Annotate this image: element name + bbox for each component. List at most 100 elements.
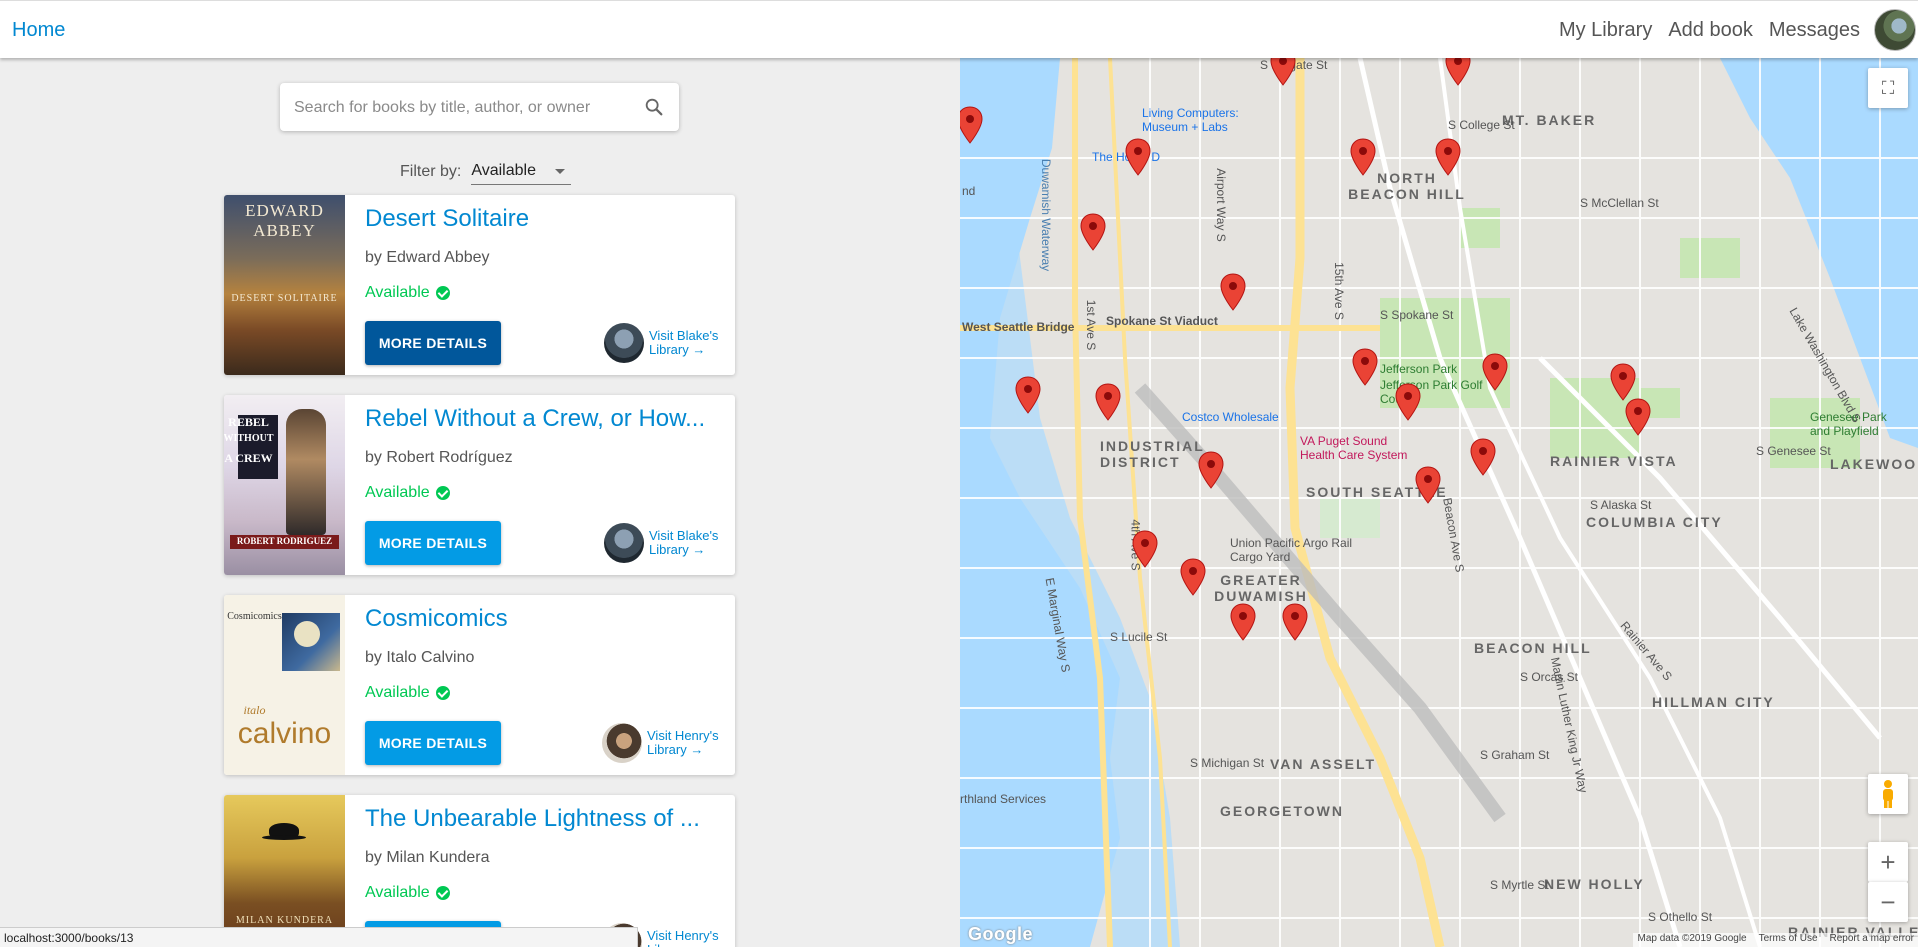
book-status: Available	[365, 484, 450, 502]
report-error-link[interactable]: Report a map error	[1830, 933, 1914, 947]
book-cover: Cosmicomics italo calvino	[224, 595, 345, 775]
home-link[interactable]: Home	[12, 19, 65, 42]
check-circle-icon	[435, 886, 450, 900]
map-marker-icon[interactable]	[1230, 603, 1256, 641]
book-author: by Robert Rodríguez	[365, 449, 513, 466]
map-marker-icon[interactable]	[1395, 383, 1421, 421]
google-logo: Google	[968, 924, 1033, 944]
visit-library-link[interactable]: Visit Henry's Library →	[602, 721, 732, 765]
map-label: rthland Services	[960, 792, 1047, 806]
cover-figure	[286, 409, 326, 535]
map-marker-icon[interactable]	[1015, 376, 1041, 414]
visit-library-text: Visit Henry's Library →	[647, 928, 719, 947]
more-details-button[interactable]: MORE DETAILS	[365, 321, 501, 365]
book-cover: MILAN KUNDERA	[224, 795, 345, 947]
owner-avatar	[604, 523, 644, 563]
map-label: S McClellan St	[1580, 196, 1659, 210]
book-cover: REBEL WITHOUT A CREW ROBERT RODRIGUEZ	[224, 395, 345, 575]
map-marker-icon[interactable]	[1435, 138, 1461, 176]
map-marker-icon[interactable]	[1415, 466, 1441, 504]
my-library-link[interactable]: My Library	[1559, 19, 1652, 42]
cover-text: italo	[243, 703, 266, 717]
map-marker-icon[interactable]	[1350, 138, 1376, 176]
map-label: S Orcas St	[1520, 670, 1579, 684]
map-label: RAINIER VISTA	[1550, 453, 1678, 469]
zoom-in-button[interactable]: +	[1868, 842, 1908, 882]
map-marker-icon[interactable]	[1282, 603, 1308, 641]
map-marker-icon[interactable]	[1198, 451, 1224, 489]
terms-link[interactable]: Terms of Use	[1759, 933, 1818, 947]
visit-library-text: Visit Henry's Library →	[647, 728, 719, 757]
map-label: GREATER DUWAMISH	[1214, 572, 1308, 604]
top-nav: Home My Library Add book Messages	[0, 0, 1918, 58]
map-label: S College St	[1448, 118, 1515, 132]
map-label: VA Puget Sound Health Care System	[1300, 434, 1408, 462]
map-marker-icon[interactable]	[1095, 383, 1121, 421]
search-icon[interactable]	[643, 96, 665, 118]
map-marker-icon[interactable]	[1610, 363, 1636, 401]
visit-library-link[interactable]: Visit Blake's Library →	[604, 321, 734, 365]
status-text: Available	[365, 884, 430, 901]
map-marker-icon[interactable]	[1080, 213, 1106, 251]
map-label: Jefferson Park	[1380, 362, 1458, 376]
visit-library-link[interactable]: Visit Blake's Library →	[604, 521, 734, 565]
search-input[interactable]	[292, 95, 636, 121]
map-label: nd	[962, 184, 976, 198]
map-label: NEW HOLLY	[1544, 876, 1645, 892]
check-circle-icon	[435, 286, 450, 300]
map-marker-icon[interactable]	[960, 106, 983, 144]
book-title[interactable]: Cosmicomics	[365, 605, 508, 633]
book-author: by Milan Kundera	[365, 849, 490, 866]
book-card: Cosmicomics italo calvino Cosmicomics by…	[224, 595, 735, 775]
cover-text: MILAN KUNDERA	[235, 915, 334, 926]
owner-avatar	[602, 723, 642, 763]
street-view-pegman-icon[interactable]	[1868, 774, 1908, 814]
map-marker-icon[interactable]	[1482, 353, 1508, 391]
map-label: VAN ASSELT	[1270, 756, 1377, 772]
map-marker-icon[interactable]	[1220, 273, 1246, 311]
book-status: Available	[365, 884, 450, 902]
nav-links: My Library Add book Messages	[1559, 19, 1860, 42]
book-author: by Italo Calvino	[365, 649, 475, 666]
map-label: Costco Wholesale	[1182, 410, 1279, 424]
owner-avatar	[604, 323, 644, 363]
map-marker-icon[interactable]	[1445, 58, 1471, 86]
map-marker-icon[interactable]	[1132, 530, 1158, 568]
fullscreen-icon[interactable]: ⛶	[1868, 68, 1908, 108]
more-details-button[interactable]: MORE DETAILS	[365, 721, 501, 765]
book-title[interactable]: Desert Solitaire	[365, 205, 529, 233]
map-data-text: Map data ©2019 Google	[1637, 933, 1747, 944]
map-marker-icon[interactable]	[1352, 348, 1378, 386]
cover-moon	[294, 621, 320, 647]
book-status: Available	[365, 284, 450, 302]
map-label: S Spokane St	[1380, 308, 1454, 322]
map-label: BEACON HILL	[1474, 640, 1592, 656]
map-label: Living Computers: Museum + Labs	[1142, 106, 1239, 134]
cover-text: ABBEY	[253, 221, 316, 240]
status-url-bar: localhost:3000/books/13	[0, 927, 638, 947]
book-title[interactable]: Rebel Without a Crew, or How...	[365, 405, 705, 433]
map-label: GEORGETOWN	[1220, 803, 1344, 819]
map[interactable]: MT. BAKER NORTH BEACON HILL RAINIER VIST…	[960, 58, 1918, 947]
status-text: Available	[365, 484, 430, 501]
map-marker-icon[interactable]	[1270, 58, 1296, 86]
book-card: MILAN KUNDERA The Unbearable Lightness o…	[224, 795, 735, 947]
check-circle-icon	[435, 486, 450, 500]
user-avatar[interactable]	[1874, 9, 1916, 51]
cover-text: ROBERT RODRIGUEZ	[236, 536, 333, 546]
filter-select[interactable]: Available	[471, 158, 572, 185]
filter-row: Filter by: Available	[400, 158, 572, 185]
book-status: Available	[365, 684, 450, 702]
map-marker-icon[interactable]	[1625, 398, 1651, 436]
add-book-link[interactable]: Add book	[1668, 19, 1753, 42]
map-label: S Michigan St	[1190, 756, 1265, 770]
map-marker-icon[interactable]	[1180, 558, 1206, 596]
book-title[interactable]: The Unbearable Lightness of ...	[365, 805, 700, 833]
map-marker-icon[interactable]	[1470, 438, 1496, 476]
zoom-out-button[interactable]: −	[1868, 882, 1908, 922]
map-label: S Othello St	[1648, 910, 1713, 924]
more-details-button[interactable]: MORE DETAILS	[365, 521, 501, 565]
messages-link[interactable]: Messages	[1769, 19, 1860, 42]
cover-text: DESERT SOLITAIRE	[231, 293, 338, 304]
map-marker-icon[interactable]	[1125, 138, 1151, 176]
